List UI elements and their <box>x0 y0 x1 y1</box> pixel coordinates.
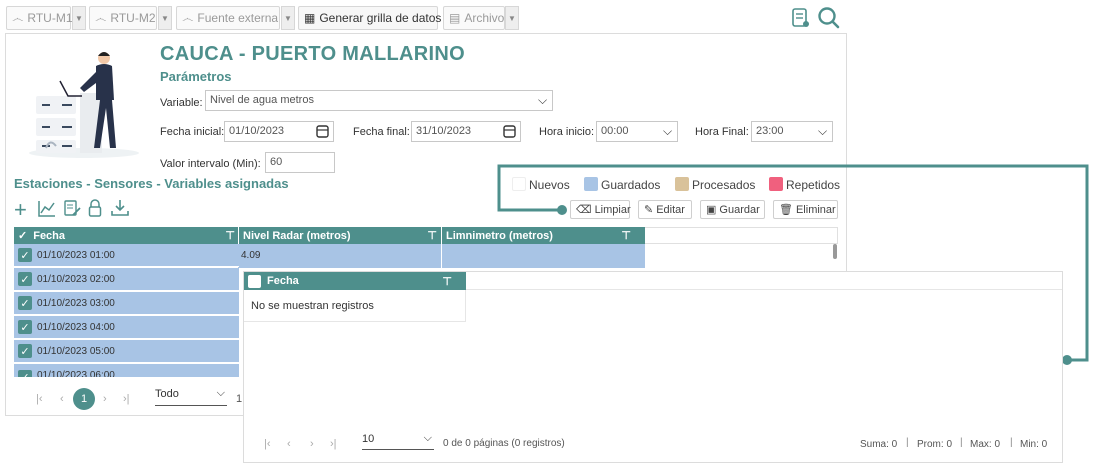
download-icon[interactable] <box>111 199 129 217</box>
add-icon[interactable]: + <box>14 197 27 223</box>
station-title: CAUCA - PUERTO MALLARINO <box>160 43 465 65</box>
last-page-icon[interactable]: ›| <box>123 393 130 405</box>
filter-icon[interactable]: ⊤ <box>442 275 452 288</box>
filter-icon[interactable]: ⊤ <box>621 229 631 242</box>
hora-inicio-label: Hora inicio: <box>539 126 595 138</box>
lock-icon[interactable] <box>88 199 102 217</box>
page-info: 0 de 0 páginas (0 registros) <box>443 438 565 449</box>
chevron-down-icon: ⌵ <box>818 124 828 138</box>
calendar-icon[interactable] <box>316 124 329 138</box>
rtu-m2-button[interactable]: ෴ RTU-M2 <box>89 6 157 30</box>
table-row[interactable]: ✓ 01/10/2023 04:00 <box>14 316 239 339</box>
parameters-subtitle: Parámetros <box>160 69 232 84</box>
checkbox[interactable]: ✓ <box>18 344 32 358</box>
archivo-button[interactable]: ▤ Archivo <box>443 6 505 30</box>
rtu-m1-button[interactable]: ෴ RTU-M1 <box>6 6 73 30</box>
page-1-button[interactable]: 1 <box>73 388 95 410</box>
empty-message: No se muestran registros <box>244 290 466 322</box>
signal-icon: ෴ <box>95 10 107 25</box>
divider: | <box>1010 437 1013 448</box>
table-row[interactable]: ✓ 01/10/2023 03:00 <box>14 292 239 315</box>
prev-page-icon[interactable]: ‹ <box>60 393 64 405</box>
rtu-m1-dropdown[interactable]: ▼ <box>72 6 86 30</box>
last-page-icon[interactable]: ›| <box>330 438 337 450</box>
filter-icon[interactable]: ⊤ <box>225 229 235 242</box>
intervalo-label: Valor intervalo (Min): <box>160 158 261 170</box>
checkbox[interactable]: ✓ <box>18 370 32 377</box>
divider: | <box>960 437 963 448</box>
fecha-final-label: Fecha final: <box>353 126 410 138</box>
document-edit-icon[interactable] <box>64 200 81 217</box>
rtu-m2-dropdown[interactable]: ▼ <box>158 6 172 30</box>
first-page-icon[interactable]: |‹ <box>36 393 43 405</box>
fuente-externa-button[interactable]: ෴ Fuente externa <box>176 6 280 30</box>
check-icon: ✓ <box>18 230 28 242</box>
fecha-inicial-label: Fecha inicial: <box>160 126 225 138</box>
min-value: Min: 0 <box>1020 439 1048 450</box>
table-row[interactable]: ✓ 01/10/2023 05:00 <box>14 340 239 363</box>
detail-header-fecha[interactable]: Fecha ⊤ <box>244 272 466 290</box>
divider: | <box>906 437 909 448</box>
generar-grilla-button[interactable]: ▦ Generar grilla de datos <box>298 6 441 30</box>
section-title: Estaciones - Sensores - Variables asigna… <box>14 176 289 191</box>
chevron-down-icon: ⌵ <box>663 124 673 138</box>
checkbox[interactable] <box>248 274 261 288</box>
file-icon: ▤ <box>449 11 461 25</box>
page-size-select[interactable]: Todo ⌵ <box>155 387 227 406</box>
detail-page-size-select[interactable]: 10 ⌵ <box>362 432 434 450</box>
suma-value: Suma: 0 <box>860 439 898 450</box>
chevron-down-icon: ⌵ <box>216 387 225 399</box>
variable-select[interactable]: Nivel de agua metros <box>205 90 553 111</box>
grid-cell-limnimetro[interactable] <box>442 244 645 268</box>
chart-icon[interactable] <box>38 200 56 217</box>
grid-header-filler <box>645 227 838 244</box>
table-row[interactable]: ✓ 01/10/2023 02:00 <box>14 268 239 291</box>
report-icon[interactable] <box>791 7 811 29</box>
grid-header-limnimetro[interactable]: Limnimetro (metros) ⊤ <box>441 227 645 244</box>
max-value: Max: 0 <box>970 439 1001 450</box>
checkbox[interactable]: ✓ <box>18 248 32 262</box>
table-icon: ▦ <box>304 11 316 25</box>
next-page-icon[interactable]: › <box>310 438 314 450</box>
table-row[interactable]: ✓ 01/10/2023 06:00 <box>14 364 239 378</box>
intervalo-input[interactable]: 60 <box>265 152 335 173</box>
next-page-icon[interactable]: › <box>103 393 107 405</box>
grid-header-nivel[interactable]: Nivel Radar (metros) ⊤ <box>238 227 441 244</box>
chevron-down-icon: ⌵ <box>538 93 548 107</box>
grid-cell-nivel[interactable]: 4.09 <box>238 244 441 268</box>
archivo-dropdown[interactable]: ▼ <box>505 6 519 30</box>
operator-illustration <box>29 52 139 158</box>
page-partial: 1 <box>236 393 243 405</box>
signal-icon: ෴ <box>182 10 194 25</box>
table-row[interactable]: ✓ 01/10/2023 01:00 <box>14 244 239 267</box>
detail-header-filler <box>466 272 1062 290</box>
checkbox[interactable]: ✓ <box>18 320 32 334</box>
checkbox[interactable]: ✓ <box>18 296 32 310</box>
chevron-down-icon: ⌵ <box>423 432 432 444</box>
checkbox[interactable]: ✓ <box>18 272 32 286</box>
fuente-externa-dropdown[interactable]: ▼ <box>281 6 295 30</box>
search-icon[interactable] <box>817 6 841 30</box>
filter-icon[interactable]: ⊤ <box>427 229 437 242</box>
prev-page-icon[interactable]: ‹ <box>287 438 291 450</box>
grid-scrollbar[interactable] <box>833 244 837 259</box>
signal-icon: ෴ <box>12 10 24 25</box>
calendar-icon[interactable] <box>503 124 516 138</box>
variable-label: Variable: <box>160 97 203 109</box>
prom-value: Prom: 0 <box>917 439 953 450</box>
first-page-icon[interactable]: |‹ <box>264 438 271 450</box>
grid-header-fecha[interactable]: ✓ Fecha ⊤ <box>14 227 239 244</box>
hora-final-label: Hora Final: <box>695 126 749 138</box>
